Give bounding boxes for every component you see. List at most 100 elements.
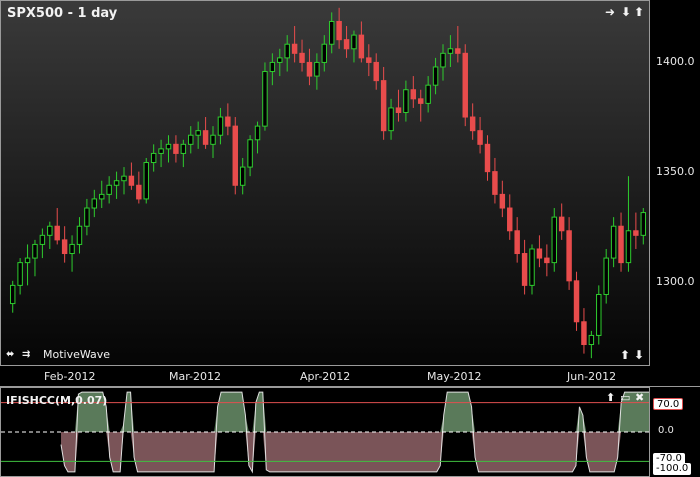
candle	[343, 26, 350, 58]
scroll-up-icon[interactable]: ⬆	[620, 349, 630, 361]
candle-body	[76, 225, 83, 245]
candle-body	[640, 212, 647, 236]
candle	[299, 39, 305, 72]
indicator-axis[interactable]: 70.0 0.0 -70.0 -100.0	[650, 387, 700, 477]
candle-body	[180, 143, 187, 154]
candle	[232, 117, 238, 195]
candle	[32, 239, 38, 277]
candle-body	[9, 284, 16, 305]
candle-body	[469, 116, 476, 132]
brand-label: MotiveWave	[43, 348, 111, 361]
zoom-in-icon[interactable]: ⇉	[22, 349, 30, 361]
time-tick: Feb-2012	[44, 370, 96, 383]
candle-body	[136, 184, 142, 200]
candle	[403, 80, 409, 122]
candle-body	[447, 48, 454, 54]
candle	[254, 121, 261, 154]
candle	[455, 26, 461, 63]
candle-body	[239, 166, 246, 186]
candle-body	[551, 216, 557, 264]
time-axis[interactable]: Feb-2012 Mar-2012 Apr-2012 May-2012 Jun-…	[0, 366, 700, 387]
candle	[24, 244, 31, 286]
candle-body	[588, 334, 595, 346]
candle	[351, 30, 357, 63]
candle-body	[69, 243, 75, 255]
candle-body	[195, 130, 201, 136]
candle-body	[544, 257, 550, 264]
candle	[128, 162, 135, 190]
price-axis[interactable]: 1400.0 1350.0 1300.0	[650, 0, 700, 366]
candle	[84, 198, 90, 236]
arrow-up-icon[interactable]: ⬆	[634, 6, 644, 18]
candle-body	[91, 198, 98, 209]
candle-body	[210, 134, 216, 145]
candle	[210, 126, 216, 158]
candle	[225, 103, 231, 136]
oscillator-up-fill	[61, 392, 649, 432]
candle	[291, 26, 298, 63]
candle-body	[291, 43, 298, 54]
candle-body	[603, 257, 609, 295]
chart-window: SPX500 - 1 day ➜ ⬇ ⬆ ⬌ ⇉ MotiveWave ⬆ ⬇ …	[0, 0, 700, 477]
close-icon[interactable]: ✖	[635, 392, 644, 404]
candle	[373, 53, 379, 90]
arrow-up-icon[interactable]: ⬆	[606, 392, 615, 404]
candle	[544, 244, 550, 277]
candle-body	[24, 257, 31, 264]
candle-body	[395, 107, 402, 113]
candle	[91, 189, 98, 218]
maximize-icon[interactable]: ▭	[620, 392, 630, 404]
candle-body	[633, 230, 639, 236]
candle	[596, 285, 602, 345]
candlestick-plot[interactable]	[1, 1, 649, 365]
candle	[150, 144, 157, 172]
candle-body	[566, 230, 572, 282]
candle	[618, 212, 624, 272]
candle	[425, 76, 431, 113]
candle	[573, 271, 580, 331]
candle-body	[380, 80, 387, 132]
arrow-right-icon[interactable]: ➜	[605, 6, 615, 18]
upper-level-badge: 70.0	[653, 398, 684, 410]
candle-body	[247, 139, 253, 168]
candle-body	[403, 89, 409, 113]
price-tick: 1400.0	[656, 55, 695, 68]
candle-body	[410, 89, 417, 100]
candle-body	[388, 107, 394, 132]
candle-body	[188, 134, 194, 145]
candle	[284, 35, 290, 72]
candle	[54, 208, 60, 245]
candle-body	[47, 225, 53, 236]
candle	[358, 21, 365, 63]
arrow-down-icon[interactable]: ⬇	[621, 6, 631, 18]
candle-body	[521, 253, 528, 286]
candle-body	[269, 61, 276, 73]
candle	[158, 139, 164, 168]
scroll-down-icon[interactable]: ⬇	[634, 349, 644, 361]
candle	[336, 7, 342, 49]
indicator-panel[interactable]: IFISHCC(M,0.07) ⬆ ▭ ✖	[0, 387, 650, 477]
candle	[321, 35, 328, 72]
candle	[625, 176, 632, 272]
candle	[306, 48, 313, 86]
candle-body	[225, 116, 231, 127]
candle-body	[217, 116, 224, 136]
price-tick: 1300.0	[656, 275, 695, 288]
candle	[380, 66, 387, 140]
candle	[432, 57, 439, 95]
candle-body	[581, 321, 587, 346]
candle	[173, 135, 179, 163]
candle	[633, 212, 639, 249]
candle-body	[596, 293, 602, 336]
candle-body	[618, 225, 624, 264]
candle	[566, 217, 572, 290]
price-chart-panel[interactable]: SPX500 - 1 day ➜ ⬇ ⬆ ⬌ ⇉ MotiveWave ⬆ ⬇	[0, 0, 650, 366]
candle-body	[121, 175, 127, 182]
pan-horizontal-icon[interactable]: ⬌	[6, 349, 14, 361]
candle-body	[106, 184, 112, 195]
candle	[143, 157, 149, 204]
candle-body	[158, 148, 164, 154]
candle	[262, 62, 268, 131]
candle	[477, 117, 483, 154]
candle	[165, 135, 172, 163]
